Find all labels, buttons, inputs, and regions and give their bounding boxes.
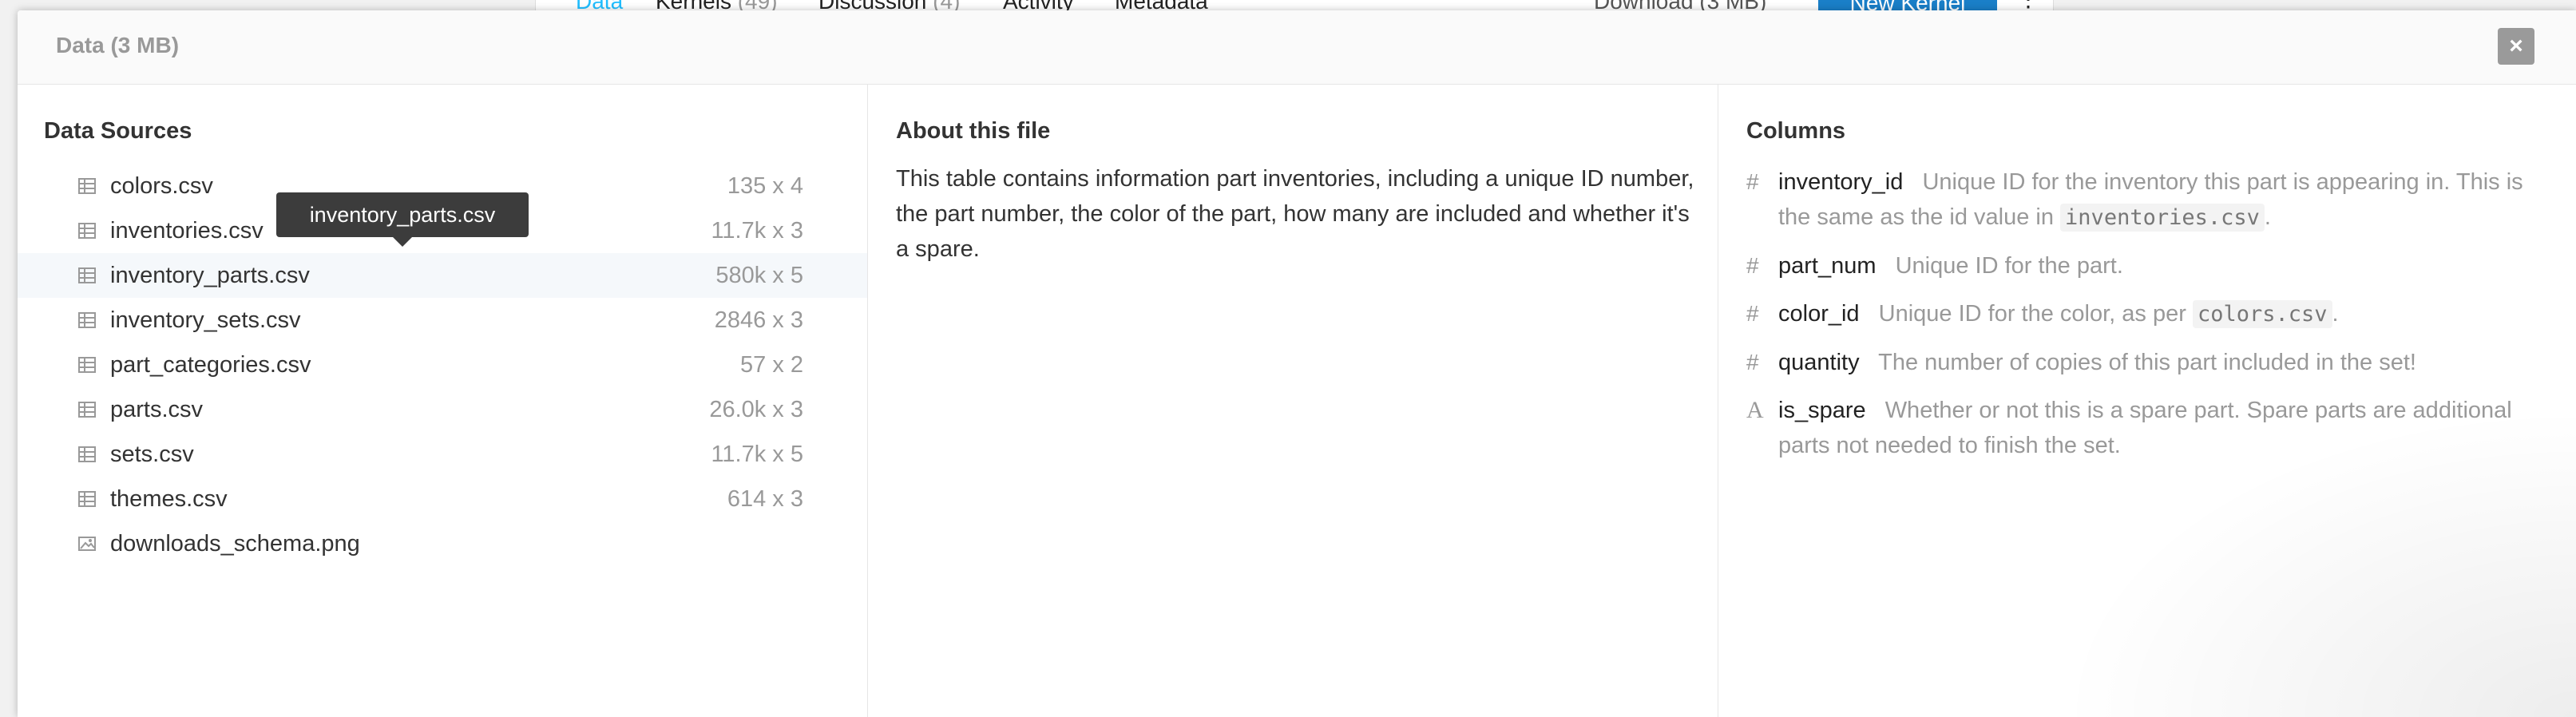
file-tooltip: inventory_parts.csv bbox=[276, 192, 529, 247]
file-name: inventory_parts.csv bbox=[110, 263, 310, 288]
file-dimensions: 26.0k x 3 bbox=[709, 397, 803, 422]
file-dimensions: 580k x 5 bbox=[715, 263, 803, 288]
column-name: quantity bbox=[1778, 350, 1860, 375]
table-icon bbox=[78, 402, 96, 418]
data-sources-panel: Data Sources colors.csv 135 x 4 inventor… bbox=[18, 85, 868, 717]
table-icon bbox=[78, 446, 96, 462]
table-icon bbox=[78, 312, 96, 328]
column-description: The number of copies of this part includ… bbox=[1878, 350, 2416, 375]
about-description: This table contains information part inv… bbox=[896, 166, 1694, 262]
numeric-type-icon: # bbox=[1746, 301, 1759, 326]
image-icon bbox=[78, 537, 96, 551]
column-item: # quantity The number of copies of this … bbox=[1746, 345, 2561, 380]
column-name: color_id bbox=[1778, 301, 1860, 327]
numeric-type-icon: # bbox=[1746, 253, 1759, 278]
column-item: # inventory_id Unique ID for the invento… bbox=[1746, 164, 2561, 236]
about-panel: About this file This table contains info… bbox=[868, 85, 1718, 717]
modal-title: Data (3 MB) bbox=[56, 33, 180, 57]
code-snippet: colors.csv bbox=[2192, 300, 2332, 328]
file-item-themes[interactable]: themes.csv 614 x 3 bbox=[18, 477, 867, 521]
table-icon bbox=[78, 223, 96, 239]
column-description: Unique ID for the part. bbox=[1895, 253, 2123, 279]
file-name: parts.csv bbox=[110, 397, 204, 422]
file-dimensions: 11.7k x 5 bbox=[711, 442, 803, 467]
columns-title: Columns bbox=[1746, 118, 1846, 144]
numeric-type-icon: # bbox=[1746, 350, 1759, 374]
file-name: inventories.csv bbox=[110, 218, 264, 244]
file-name: sets.csv bbox=[110, 442, 194, 467]
file-dimensions: 2846 x 3 bbox=[714, 307, 803, 333]
table-icon bbox=[78, 267, 96, 283]
column-description: Unique ID for the color, as per colors.c… bbox=[1878, 300, 2339, 328]
file-name: inventory_sets.csv bbox=[110, 307, 301, 333]
new-kernel-button[interactable]: New Kernel bbox=[1818, 0, 1997, 11]
file-item-inventory-sets[interactable]: inventory_sets.csv 2846 x 3 bbox=[18, 298, 867, 343]
text-type-icon: A bbox=[1746, 397, 1764, 423]
file-name: part_categories.csv bbox=[110, 352, 311, 378]
data-sources-title: Data Sources bbox=[44, 118, 192, 144]
column-name: part_num bbox=[1778, 253, 1877, 279]
file-item-downloads-schema[interactable]: downloads_schema.png bbox=[18, 521, 867, 566]
code-snippet: inventories.csv bbox=[2060, 204, 2265, 232]
table-icon bbox=[78, 491, 96, 507]
column-item: # part_num Unique ID for the part. bbox=[1746, 248, 2561, 283]
file-name: themes.csv bbox=[110, 486, 228, 512]
table-icon bbox=[78, 178, 96, 194]
about-title: About this file bbox=[896, 118, 1051, 144]
file-name: colors.csv bbox=[110, 173, 213, 199]
file-item-parts[interactable]: parts.csv 26.0k x 3 bbox=[18, 387, 867, 432]
file-item-part-categories[interactable]: part_categories.csv 57 x 2 bbox=[18, 343, 867, 387]
file-dimensions: 135 x 4 bbox=[727, 173, 803, 199]
file-dimensions: 614 x 3 bbox=[727, 486, 803, 512]
file-item-sets[interactable]: sets.csv 11.7k x 5 bbox=[18, 432, 867, 477]
column-description: Whether or not this is a spare part. Spa… bbox=[1778, 398, 2512, 458]
column-list: # inventory_id Unique ID for the invento… bbox=[1746, 164, 2561, 476]
table-icon bbox=[78, 357, 96, 373]
modal-header: Data (3 MB) × bbox=[18, 10, 2576, 85]
file-dimensions: 57 x 2 bbox=[740, 352, 803, 378]
file-name: downloads_schema.png bbox=[110, 531, 360, 557]
file-item-inventory-parts[interactable]: inventory_parts.csv 580k x 5 bbox=[18, 253, 867, 298]
close-button[interactable]: × bbox=[2498, 28, 2534, 65]
column-name: is_spare bbox=[1778, 398, 1866, 423]
column-name: inventory_id bbox=[1778, 169, 1904, 195]
column-item: A is_spare Whether or not this is a spar… bbox=[1746, 393, 2561, 463]
column-item: # color_id Unique ID for the color, as p… bbox=[1746, 296, 2561, 332]
numeric-type-icon: # bbox=[1746, 169, 1759, 194]
data-modal: Data (3 MB) × Data Sources colors.csv 13… bbox=[18, 10, 2576, 717]
columns-panel: Columns # inventory_id Unique ID for the… bbox=[1718, 85, 2576, 717]
file-dimensions: 11.7k x 3 bbox=[711, 218, 803, 244]
